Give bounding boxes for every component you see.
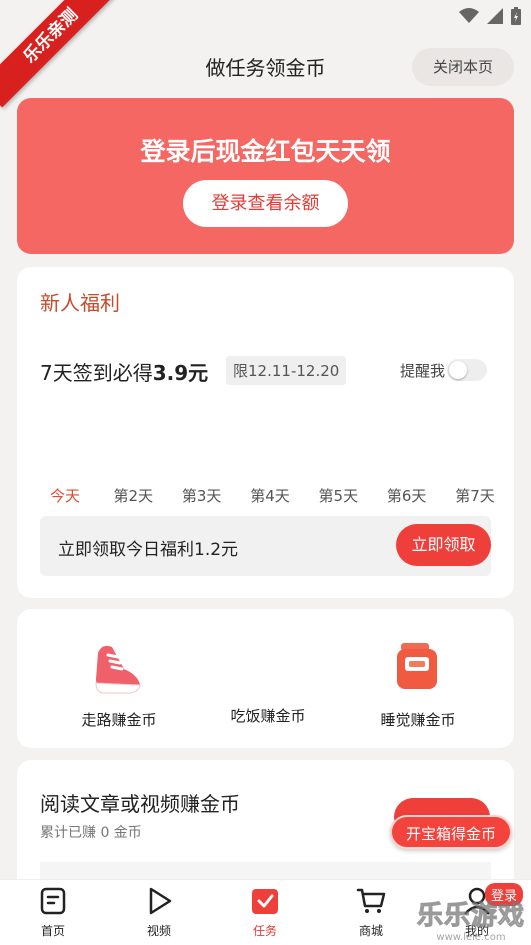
claim-now-button[interactable]: 立即领取	[396, 524, 491, 566]
tab-home-label: 首页	[40, 924, 65, 938]
status-icons	[459, 7, 521, 25]
claim-text: 立即领取今日福利1.2元	[58, 540, 239, 560]
day-list: 今天 第2天 第3天 第4天 第5天 第6天 第7天	[35, 485, 505, 506]
tab-task[interactable]: 任务	[230, 886, 300, 939]
signal-icon	[487, 8, 503, 24]
tab-mall[interactable]: 商城	[336, 886, 406, 939]
remind-label: 提醒我	[399, 362, 445, 380]
view-balance-button[interactable]: 登录查看余额	[183, 180, 348, 227]
limit-tag: 限12.11-12.20	[226, 356, 347, 385]
battery-icon	[511, 7, 521, 25]
read-subtitle: 累计已赚 0 金币	[40, 825, 142, 841]
walk-earn-item[interactable]: 走路赚金币	[54, 635, 184, 730]
day-6[interactable]: 第6天	[377, 485, 437, 506]
close-page-button[interactable]: 关闭本页	[412, 48, 514, 86]
meal-earn-item[interactable]: 吃饭赚金币	[203, 635, 333, 726]
day-5[interactable]: 第5天	[308, 485, 368, 506]
day-7[interactable]: 第7天	[445, 485, 505, 506]
login-banner: 登录后现金红包天天领 登录查看余额	[17, 98, 514, 254]
cart-icon	[356, 888, 386, 913]
task-check-icon	[252, 889, 278, 914]
tab-home[interactable]: 首页	[18, 886, 88, 939]
day-2[interactable]: 第2天	[103, 485, 163, 506]
read-title: 阅读文章或视频赚金币	[40, 792, 240, 816]
remind-toggle[interactable]	[447, 359, 487, 381]
sign-in-text: 7天签到必得3.9元	[40, 357, 208, 386]
day-1[interactable]: 今天	[35, 485, 95, 506]
tab-video-label: 视频	[146, 924, 171, 938]
watermark-text: 乐乐游戏	[416, 901, 525, 932]
header: 做任务领金币 关闭本页	[0, 34, 531, 98]
alarm-clock-icon	[397, 643, 437, 689]
watermark: 乐乐游戏 www.lele.com	[416, 895, 525, 944]
newbie-title: 新人福利	[40, 291, 120, 315]
shoe-icon	[95, 645, 141, 694]
newbie-card: 新人福利 7天签到必得3.9元 限12.11-12.20 提醒我 今天 第2天 …	[17, 267, 514, 598]
sleep-earn-label: 睡觉赚金币	[380, 711, 456, 729]
walk-earn-label: 走路赚金币	[81, 711, 157, 729]
play-icon	[149, 887, 172, 915]
sign-in-prefix: 7天签到必得	[40, 361, 153, 385]
sign-in-amount: 3.9元	[152, 361, 209, 385]
home-doc-icon	[40, 887, 66, 915]
watermark-url: www.lele.com	[436, 932, 506, 943]
tab-mall-label: 商城	[358, 924, 383, 938]
earn-card: 走路赚金币 吃饭赚金币 睡觉赚金币	[17, 609, 514, 748]
meal-icon	[237, 635, 299, 697]
sleep-earn-item[interactable]: 睡觉赚金币	[353, 635, 483, 730]
claim-bar: 立即领取今日福利1.2元 立即领取	[40, 516, 491, 576]
tab-task-label: 任务	[252, 924, 277, 938]
day-3[interactable]: 第3天	[172, 485, 232, 506]
treasure-box-button[interactable]: 开宝箱得金币	[390, 815, 512, 849]
toggle-knob	[449, 361, 467, 379]
day-4[interactable]: 第4天	[240, 485, 300, 506]
tab-video[interactable]: 视频	[124, 886, 194, 939]
meal-earn-label: 吃饭赚金币	[230, 707, 306, 725]
banner-title: 登录后现金红包天天领	[140, 137, 391, 166]
wifi-icon	[459, 8, 479, 23]
